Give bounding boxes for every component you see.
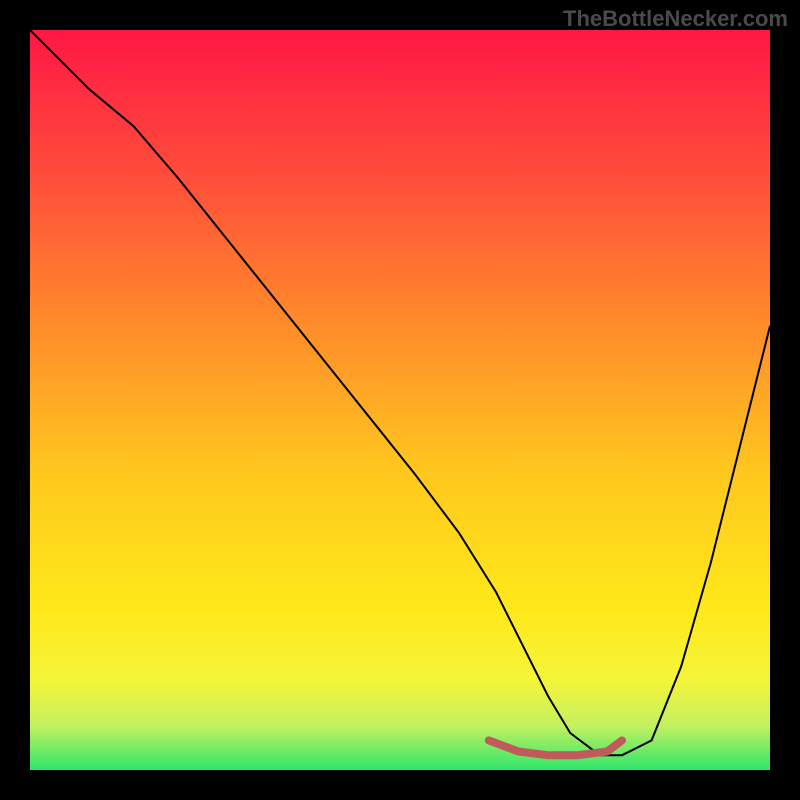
bottleneck-chart <box>30 30 770 770</box>
chart-container <box>30 30 770 770</box>
watermark-label: TheBottleNecker.com <box>563 6 788 32</box>
gradient-background <box>30 30 770 770</box>
